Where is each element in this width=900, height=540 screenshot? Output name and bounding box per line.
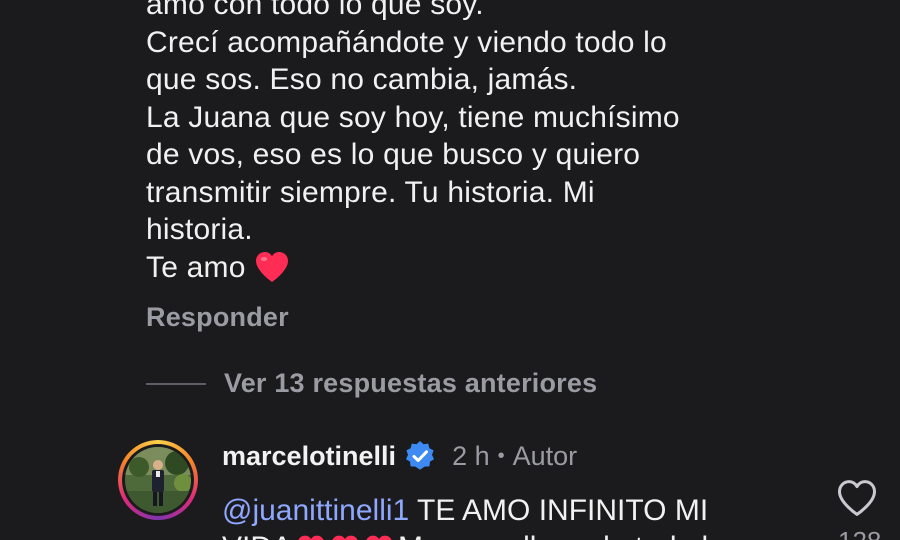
username-link[interactable]: marcelotinelli: [222, 441, 396, 472]
comment-last-line: Te amo: [146, 249, 806, 287]
comment-line: historia.: [146, 213, 253, 246]
reply-text: @juanittinelli1 TE AMO INFINITO MI: [222, 492, 708, 530]
avatar-photo: [125, 447, 191, 513]
meta-separator: •: [497, 444, 505, 467]
timestamp: 2 h: [452, 440, 490, 471]
parent-comment: amo con todo lo que soy. Crecí acompañán…: [146, 0, 806, 286]
reply-text-line-2-start: VIDA: [222, 529, 292, 540]
reply-text-line-2-end: Muy orgulloso de todo lo: [398, 529, 725, 540]
like-count: 128: [838, 526, 881, 540]
comment-line: que sos. Eso no cambia, jamás.: [146, 63, 578, 96]
reply-text-line: TE AMO INFINITO MI: [409, 494, 709, 527]
view-previous-replies[interactable]: Ver 13 respuestas anteriores: [146, 368, 597, 399]
like-heart-icon[interactable]: [836, 478, 878, 518]
comment-line: La Juana que soy hoy, tiene muchísimo: [146, 100, 680, 134]
red-heart-icon: [296, 534, 326, 540]
comment-line: transmitir siempre. Tu historia. Mi: [146, 175, 595, 209]
comment-last-line-text: Te amo: [146, 250, 246, 284]
mention-link[interactable]: @juanittinelli1: [222, 494, 409, 527]
verified-badge-icon: [404, 440, 436, 472]
avatar[interactable]: [118, 440, 198, 520]
view-replies-label[interactable]: Ver 13 respuestas anteriores: [224, 368, 597, 399]
author-label: Autor: [512, 440, 578, 471]
red-heart-icon: [254, 250, 290, 284]
red-heart-icon: [364, 534, 394, 540]
comment-line: amo con todo lo que soy.: [146, 0, 484, 21]
reply-text-second-line: VIDA Muy orgulloso de todo lo: [222, 529, 725, 540]
comment-line: Crecí acompañándote y viendo todo lo: [146, 25, 667, 59]
comment-line: de vos, eso es lo que busco y quiero: [146, 138, 641, 171]
reply-header: marcelotinelli 2 h • Autor: [222, 440, 577, 472]
thread-divider-line: [146, 382, 206, 385]
red-heart-icon: [330, 534, 360, 540]
reply-button[interactable]: Responder: [146, 302, 289, 333]
